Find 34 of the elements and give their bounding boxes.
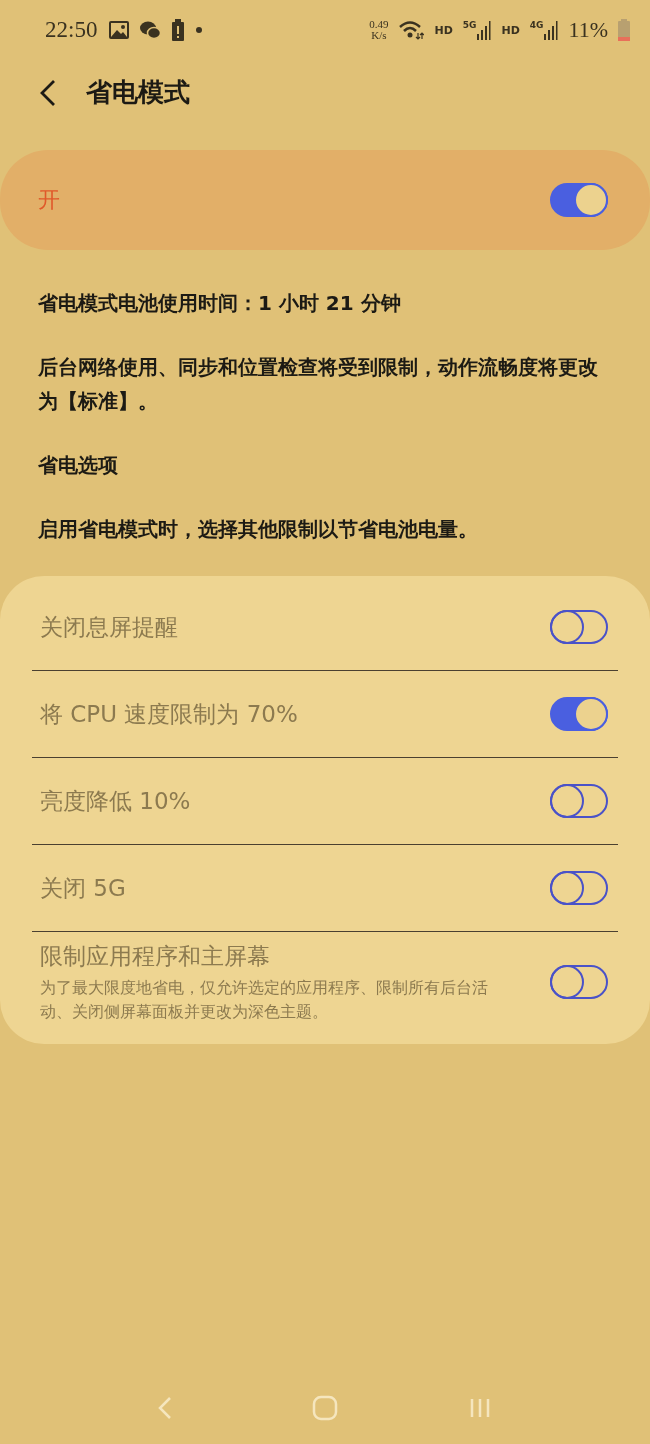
toggle-switch[interactable] bbox=[550, 784, 608, 818]
battery-icon bbox=[618, 19, 630, 41]
dot-icon bbox=[195, 26, 204, 34]
toggle-switch[interactable] bbox=[550, 871, 608, 905]
network-speed: 0.49 bbox=[369, 19, 389, 30]
gallery-icon bbox=[109, 21, 130, 39]
status-time: 22:50 bbox=[45, 17, 98, 43]
battery-percent: 11% bbox=[568, 17, 608, 43]
hd-label: HD bbox=[434, 23, 453, 37]
toggle-switch[interactable] bbox=[550, 965, 608, 999]
network-type: 4G bbox=[529, 20, 544, 30]
option-label: 亮度降低 10% bbox=[40, 786, 191, 816]
hd-label: HD bbox=[501, 23, 520, 37]
toggle-switch[interactable] bbox=[550, 183, 608, 217]
description-text: 省电模式电池使用时间：1 小时 21 分钟 bbox=[38, 290, 402, 317]
option-description: 为了最大限度地省电，仅允许选定的应用程序、限制所有后台活动、关闭侧屏幕面板并更改为深色主题。 bbox=[40, 976, 489, 1023]
description-text: 省电选项 bbox=[38, 452, 119, 479]
signal-icon bbox=[477, 20, 492, 40]
toggle-switch[interactable] bbox=[550, 610, 608, 644]
description-text: 后台网络使用、同步和位置检查将受到限制，动作流畅度将更改为【标准】。 bbox=[38, 354, 599, 415]
option-label: 限制应用程序和主屏幕 bbox=[40, 941, 271, 971]
signal-icon bbox=[544, 20, 559, 40]
description-text: 启用省电模式时，选择其他限制以节省电池电量。 bbox=[38, 516, 479, 543]
toggle-switch[interactable] bbox=[550, 697, 608, 731]
page-title: 省电模式 bbox=[86, 76, 190, 109]
option-label: 关闭 5G bbox=[40, 873, 126, 903]
switch-label: 开 bbox=[38, 186, 60, 214]
battery-alert-icon bbox=[171, 19, 186, 41]
wifi-icon bbox=[398, 20, 425, 40]
chat-icon bbox=[139, 20, 162, 40]
network-type: 5G bbox=[462, 20, 477, 30]
option-label: 关闭息屏提醒 bbox=[40, 612, 178, 642]
option-label: 将 CPU 速度限制为 70% bbox=[40, 699, 298, 729]
network-speed-unit: K/s bbox=[371, 30, 387, 41]
